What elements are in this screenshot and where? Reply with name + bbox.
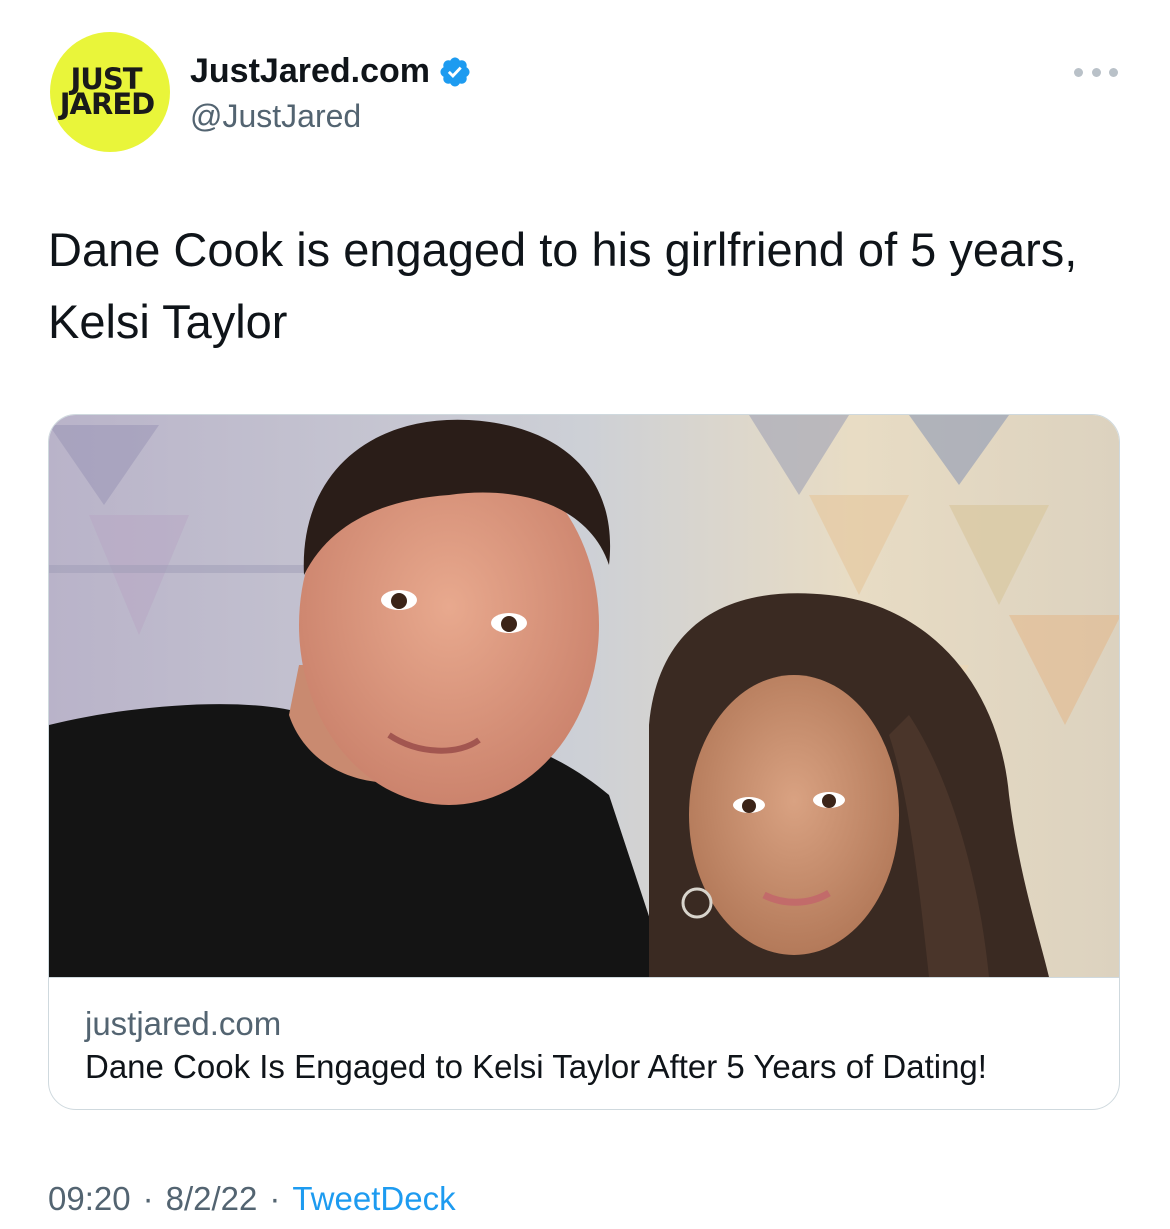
tweet-source-link[interactable]: TweetDeck (292, 1180, 455, 1218)
link-preview-card[interactable]: justjared.com Dane Cook Is Engaged to Ke… (48, 414, 1120, 1110)
tweet-time[interactable]: 09:20 (48, 1180, 131, 1218)
account-handle[interactable]: @JustJared (190, 98, 361, 135)
avatar-logo-line2: JARED (59, 87, 155, 121)
tweet-date[interactable]: 8/2/22 (166, 1180, 258, 1218)
card-divider (49, 977, 1119, 978)
verified-badge-icon (440, 56, 470, 87)
account-name-row[interactable]: JustJared.com (190, 52, 472, 91)
more-options-icon[interactable] (1074, 64, 1118, 80)
meta-separator: · (269, 1180, 281, 1217)
link-card-domain[interactable]: justjared.com (85, 1005, 281, 1043)
photo-placeholder-icon (49, 415, 1119, 977)
tweet-text: Dane Cook is engaged to his girlfriend o… (48, 223, 1078, 348)
link-card-image[interactable] (49, 415, 1119, 977)
link-card-title[interactable]: Dane Cook Is Engaged to Kelsi Taylor Aft… (85, 1048, 987, 1086)
account-avatar[interactable]: JUST JARED (50, 32, 170, 152)
meta-separator: · (142, 1180, 154, 1217)
tweet-metadata: 09:20 · 8/2/22 · TweetDeck (48, 1180, 456, 1218)
display-name[interactable]: JustJared.com (190, 52, 430, 91)
